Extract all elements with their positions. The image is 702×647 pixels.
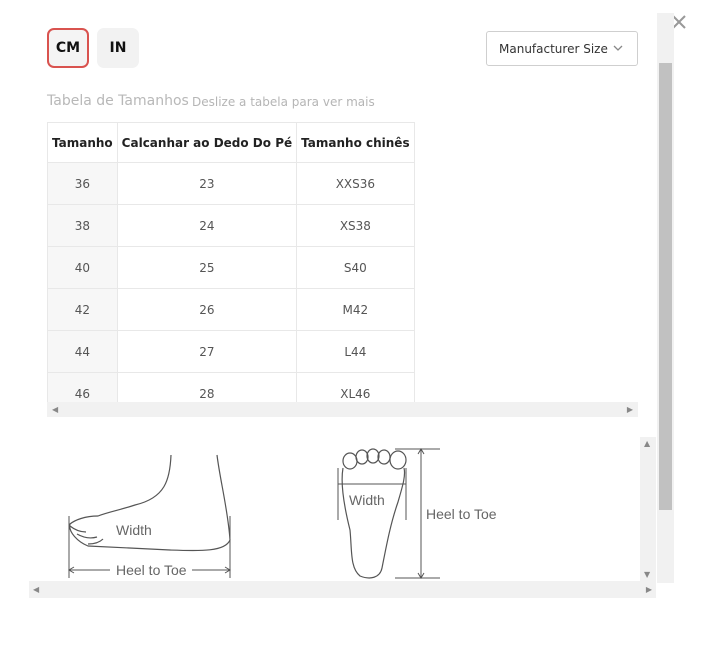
table-title: Tabela de Tamanhos <box>47 93 189 109</box>
table-cell: 42 <box>47 288 118 331</box>
chevron-down-icon <box>613 45 623 51</box>
table-cell: XXS36 <box>296 162 415 205</box>
foot-measurement-diagram: Width Heel to Toe Width Heel to Toe <box>68 448 497 579</box>
table-cell: L44 <box>296 330 415 373</box>
sole-foot-illustration <box>341 448 407 579</box>
table-horizontal-scrollbar[interactable]: ◀ ▶ <box>47 402 638 417</box>
sole-length-label: Heel to Toe <box>426 506 497 522</box>
table-cell: XS38 <box>296 204 415 247</box>
dialog-horizontal-scrollbar[interactable]: ◀ ▶ <box>29 581 656 598</box>
table-header-row: Tamanho Calcanhar ao Dedo Do Pé Tamanho … <box>47 122 415 163</box>
scroll-right-icon[interactable]: ▶ <box>627 405 633 414</box>
table-row: 40 25 S40 <box>47 246 415 289</box>
table-cell: 25 <box>116 246 298 289</box>
table-row: 36 23 XXS36 <box>47 162 415 205</box>
scroll-left-icon[interactable]: ◀ <box>33 585 39 594</box>
unit-cm-button[interactable]: CM <box>47 28 89 68</box>
table-cell: 36 <box>47 162 118 205</box>
table-cell: 38 <box>47 204 118 247</box>
scroll-left-icon[interactable]: ◀ <box>52 405 58 414</box>
table-row: 42 26 M42 <box>47 288 415 331</box>
size-system-select[interactable]: Manufacturer Size <box>486 31 638 66</box>
column-header: Tamanho chinês <box>296 122 415 163</box>
unit-in-button[interactable]: IN <box>97 28 139 68</box>
table-scroll-hint: Deslize a tabela para ver mais <box>192 95 375 109</box>
table-cell: 23 <box>116 162 298 205</box>
table-row: 38 24 XS38 <box>47 204 415 247</box>
table-cell: 24 <box>116 204 298 247</box>
scroll-down-icon[interactable]: ▼ <box>644 570 650 579</box>
side-length-label: Heel to Toe <box>116 562 187 578</box>
column-header: Calcanhar ao Dedo Do Pé <box>116 122 298 163</box>
size-table: Tamanho Calcanhar ao Dedo Do Pé Tamanho … <box>47 122 415 415</box>
table-cell: M42 <box>296 288 415 331</box>
sole-width-label: Width <box>349 492 385 508</box>
table-cell: 26 <box>116 288 298 331</box>
scroll-right-icon[interactable]: ▶ <box>646 585 652 594</box>
table-cell: 40 <box>47 246 118 289</box>
table-cell: S40 <box>296 246 415 289</box>
dialog-scrollbar-thumb[interactable] <box>659 63 672 510</box>
size-system-select-value: Manufacturer Size <box>499 41 608 56</box>
table-cell: 27 <box>116 330 298 373</box>
side-width-label: Width <box>116 522 152 538</box>
table-row: 44 27 L44 <box>47 330 415 373</box>
scroll-up-icon[interactable]: ▲ <box>644 439 650 448</box>
diagram-vertical-scrollbar[interactable]: ▲ ▼ <box>640 437 656 581</box>
table-cell: 44 <box>47 330 118 373</box>
column-header: Tamanho <box>47 122 118 163</box>
